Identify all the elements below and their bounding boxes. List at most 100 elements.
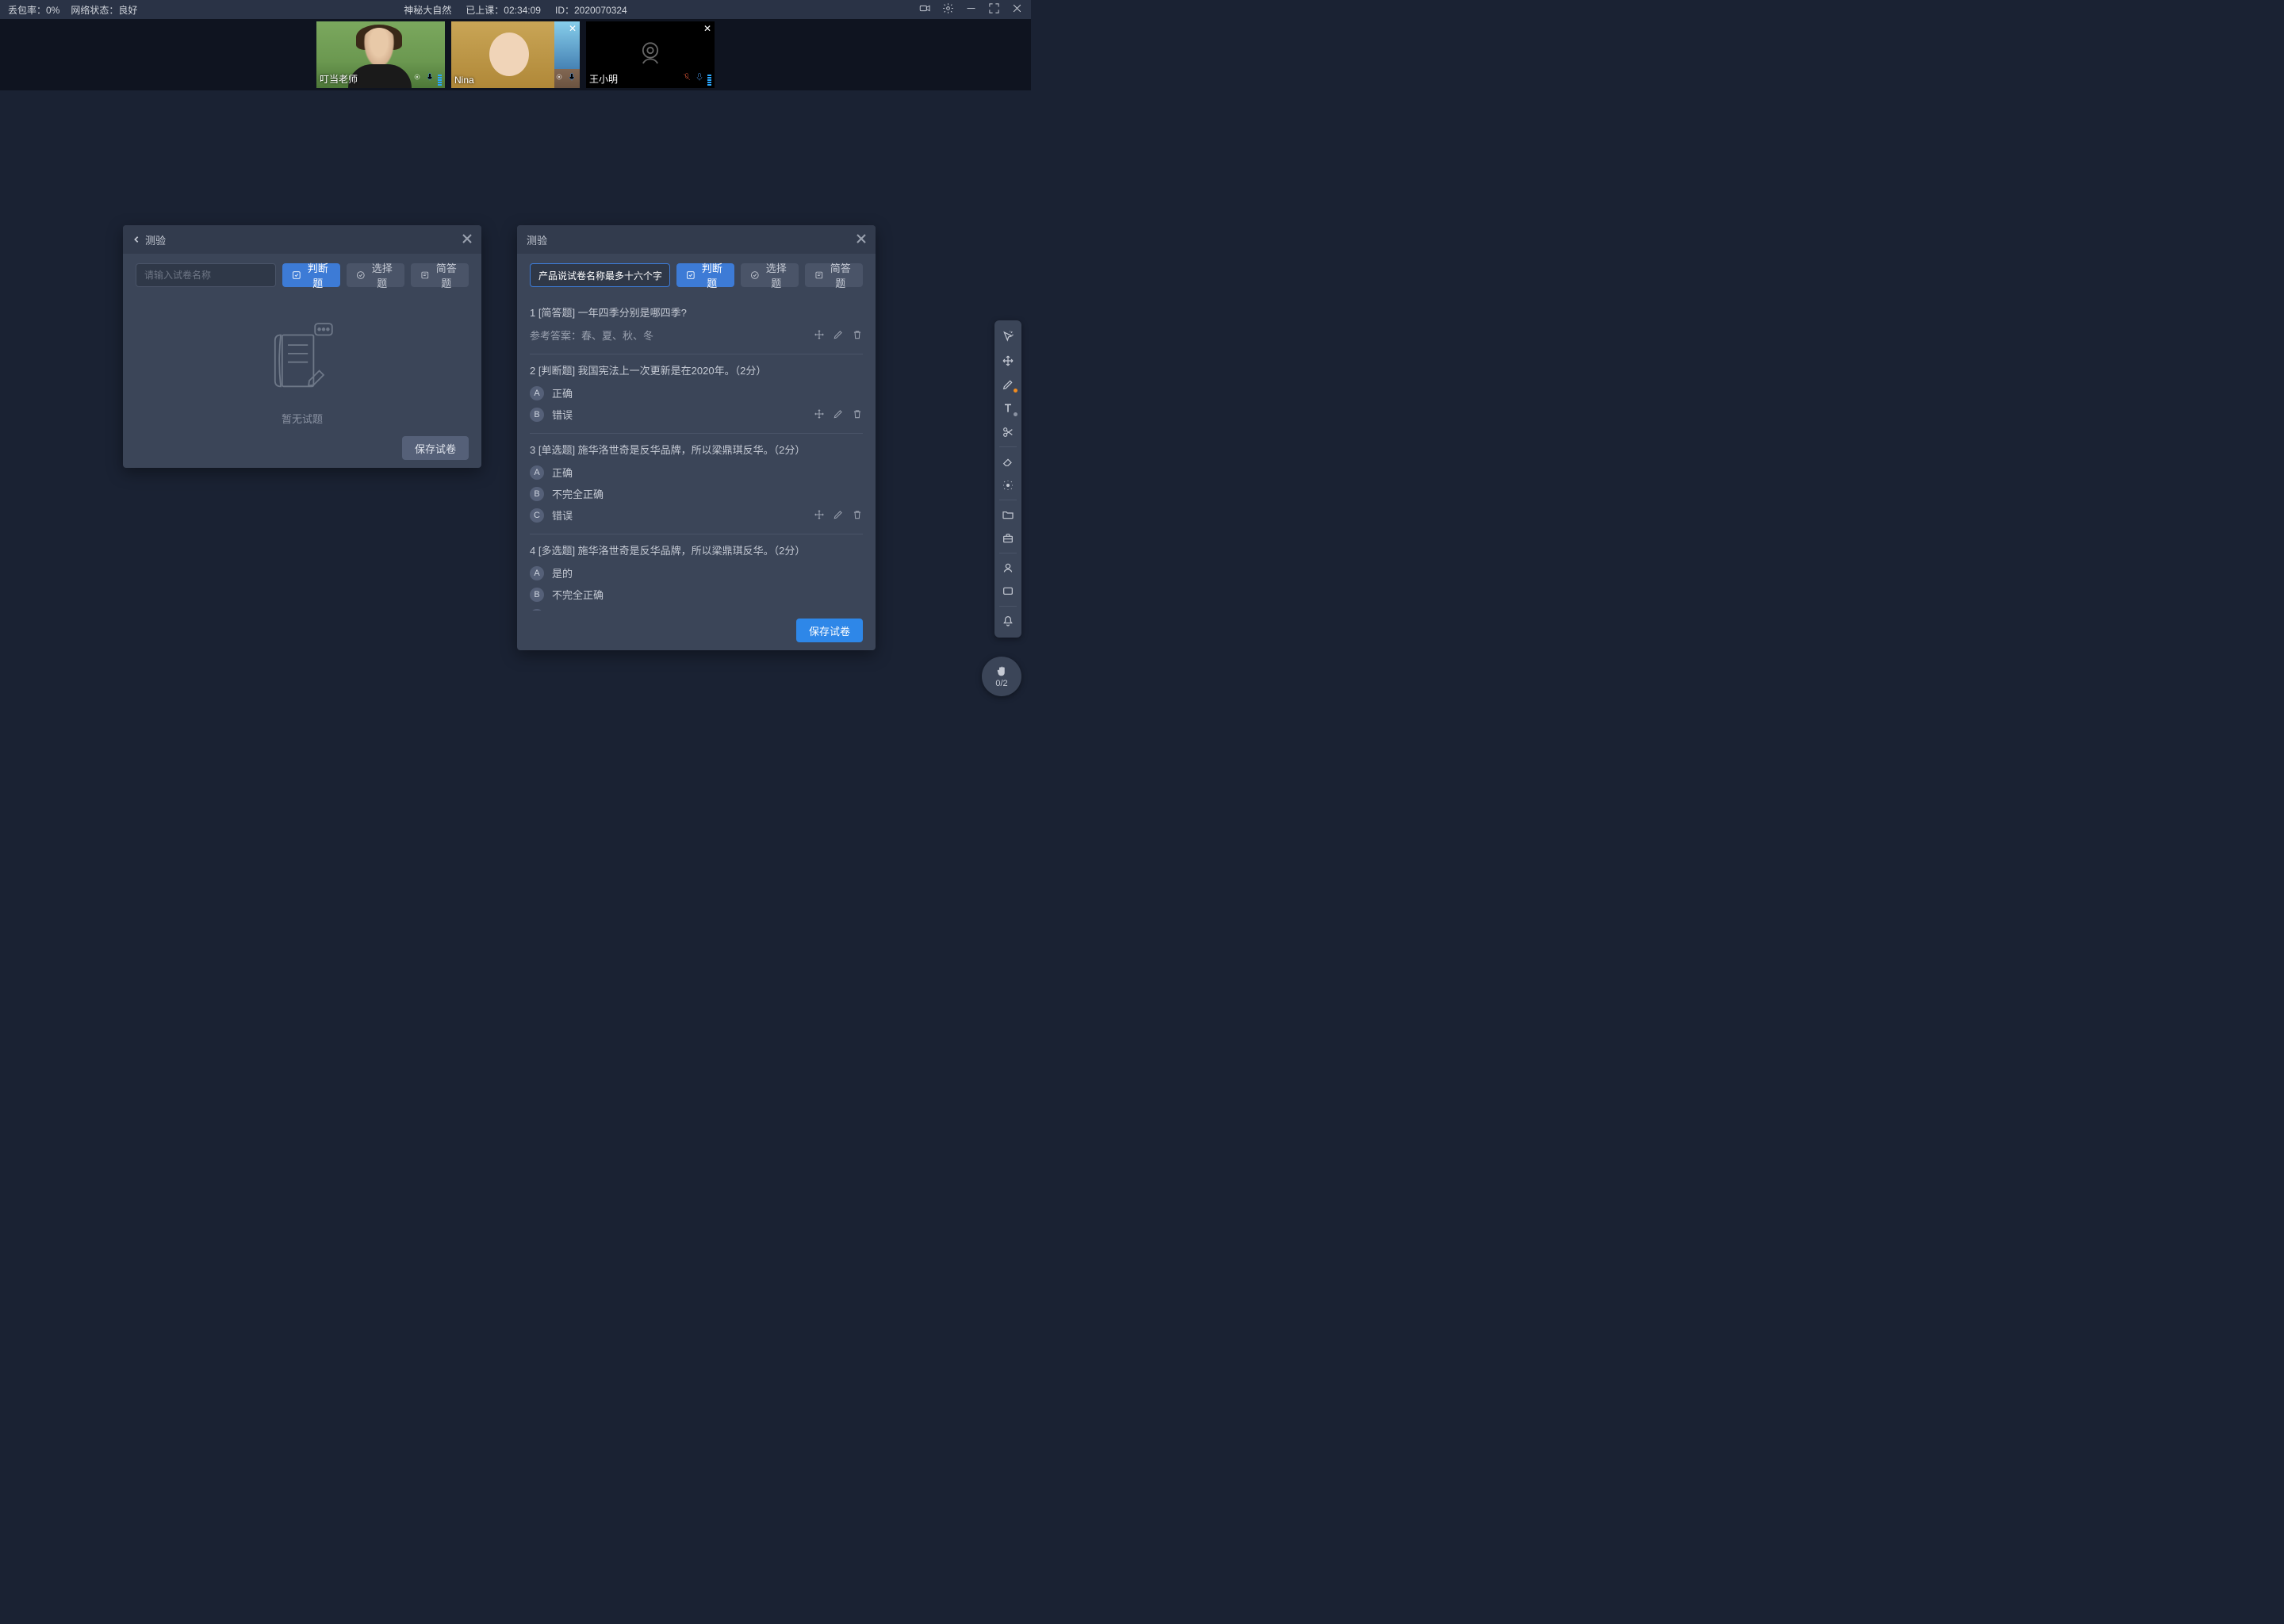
- option-letter: C: [530, 508, 544, 523]
- button-label: 判断题: [699, 260, 725, 290]
- button-label: 简答题: [434, 260, 459, 290]
- delete-question-icon[interactable]: [852, 408, 863, 423]
- panel-header: 测验: [517, 225, 876, 254]
- camera-off-icon: [633, 37, 668, 72]
- video-tile[interactable]: ✕ 王小明: [586, 21, 715, 88]
- question-option[interactable]: A 正确: [530, 465, 863, 480]
- move-question-icon[interactable]: [814, 329, 825, 344]
- button-label: 选择题: [370, 260, 395, 290]
- option-text: 正确: [552, 465, 573, 480]
- elapsed-time: 已上课：02:34:09: [466, 3, 541, 17]
- record-icon[interactable]: [412, 71, 422, 86]
- hand-raise-badge[interactable]: 0/2: [982, 657, 1021, 696]
- quiz-name-input[interactable]: [530, 263, 670, 287]
- question-option[interactable]: A是的: [530, 565, 863, 580]
- edit-question-icon[interactable]: [833, 509, 844, 524]
- camera-toggle-icon[interactable]: [919, 2, 931, 17]
- empty-state: 暂无试题: [136, 297, 469, 428]
- question-option[interactable]: C错误: [530, 508, 863, 523]
- move-tool-icon[interactable]: [994, 349, 1021, 373]
- close-window-icon[interactable]: [1011, 2, 1023, 17]
- button-label: 简答题: [828, 260, 853, 290]
- participant-name: Nina: [454, 75, 474, 86]
- judge-question-button[interactable]: 判断题: [676, 263, 734, 287]
- bell-tool-icon[interactable]: [994, 609, 1021, 633]
- cursor-tool-icon[interactable]: [994, 325, 1021, 349]
- edit-question-icon[interactable]: [833, 408, 844, 423]
- quiz-panel-empty: 测验 判断题 选择题 简答题: [123, 225, 481, 468]
- pen-tool-icon[interactable]: [994, 373, 1021, 396]
- move-question-icon[interactable]: [814, 509, 825, 524]
- close-panel-icon[interactable]: [462, 234, 472, 246]
- question-option[interactable]: C 错误: [530, 608, 863, 611]
- course-title: 神秘大自然: [404, 3, 451, 17]
- button-label: 选择题: [764, 260, 789, 290]
- text-tool-icon[interactable]: [994, 396, 1021, 420]
- chat-tool-icon[interactable]: [994, 580, 1021, 603]
- edit-question-icon[interactable]: [833, 329, 844, 344]
- packet-loss-label: 丢包率：0%: [8, 3, 59, 17]
- settings-icon[interactable]: [942, 2, 954, 17]
- option-text: 是的: [552, 565, 573, 580]
- mic-muted-icon[interactable]: [682, 71, 692, 86]
- video-tile[interactable]: 叮当老师: [316, 21, 445, 88]
- edit-question-icon[interactable]: [833, 610, 844, 611]
- choice-question-button[interactable]: 选择题: [741, 263, 799, 287]
- panel-title: 测验: [527, 232, 547, 247]
- question-title: 3 [单选题] 施华洛世奇是反华品牌，所以梁鼎琪反华。（2分）: [530, 442, 863, 457]
- video-tile[interactable]: ✕ Nina: [451, 21, 580, 88]
- delete-question-icon[interactable]: [852, 329, 863, 344]
- folder-tool-icon[interactable]: [994, 503, 1021, 527]
- close-tile-icon[interactable]: ✕: [569, 23, 577, 34]
- question-title: 4 [多选题] 施华洛世奇是反华品牌，所以梁鼎琪反华。（2分）: [530, 542, 863, 557]
- option-text: 错误: [552, 407, 573, 422]
- mic-icon[interactable]: [425, 71, 435, 86]
- short-answer-button[interactable]: 简答题: [411, 263, 469, 287]
- question-title: 1 [简答题] 一年四季分别是哪四季?: [530, 304, 863, 320]
- option-letter: A: [530, 386, 544, 400]
- mic-icon[interactable]: [695, 71, 704, 86]
- option-text: 正确: [552, 385, 573, 400]
- save-quiz-button[interactable]: 保存试卷: [796, 619, 863, 642]
- scissors-tool-icon[interactable]: [994, 420, 1021, 444]
- mic-icon[interactable]: [567, 71, 577, 86]
- question-option[interactable]: B不完全正确: [530, 486, 863, 501]
- session-id: ID：2020070324: [555, 3, 627, 17]
- quiz-panel-questions: 测验 判断题 选择题 简答题 1 [简答题] 一年四季分别是哪四: [517, 225, 876, 650]
- fullscreen-icon[interactable]: [988, 2, 1000, 17]
- option-letter: B: [530, 487, 544, 501]
- back-icon[interactable]: [132, 236, 140, 243]
- question-option[interactable]: A 正确: [530, 385, 863, 400]
- short-answer-button[interactable]: 简答题: [805, 263, 863, 287]
- judge-question-button[interactable]: 判断题: [282, 263, 340, 287]
- close-panel-icon[interactable]: [856, 234, 866, 246]
- briefcase-tool-icon[interactable]: [994, 527, 1021, 550]
- brightness-tool-icon[interactable]: [994, 473, 1021, 497]
- move-question-icon[interactable]: [814, 408, 825, 423]
- option-text: 不完全正确: [552, 587, 604, 602]
- option-text: 错误: [552, 608, 573, 611]
- question-option[interactable]: B错误: [530, 407, 863, 422]
- option-letter: C: [530, 609, 544, 611]
- video-tile-row: 叮当老师 ✕ Nina ✕ 王小明: [0, 19, 1031, 90]
- volume-meter-icon: [438, 75, 442, 86]
- eraser-tool-icon[interactable]: [994, 450, 1021, 473]
- close-tile-icon[interactable]: ✕: [703, 23, 711, 34]
- quiz-name-input[interactable]: [136, 263, 276, 287]
- question-title: 2 [判断题] 我国宪法上一次更新是在2020年。（2分）: [530, 362, 863, 377]
- minimize-icon[interactable]: [965, 2, 977, 17]
- question-option[interactable]: B不完全正确: [530, 587, 863, 602]
- delete-question-icon[interactable]: [852, 509, 863, 524]
- save-quiz-button[interactable]: 保存试卷: [402, 436, 469, 460]
- choice-question-button[interactable]: 选择题: [347, 263, 404, 287]
- volume-meter-icon: [707, 75, 711, 86]
- user-tool-icon[interactable]: [994, 556, 1021, 580]
- side-toolbar: [994, 320, 1021, 638]
- record-icon[interactable]: [554, 71, 564, 86]
- move-question-icon[interactable]: [814, 610, 825, 611]
- panel-header: 测验: [123, 225, 481, 254]
- question-item: 2 [判断题] 我国宪法上一次更新是在2020年。（2分） A 正确 B错误: [530, 354, 863, 434]
- network-status-label: 网络状态：良好: [71, 3, 137, 17]
- option-letter: A: [530, 465, 544, 480]
- delete-question-icon[interactable]: [852, 610, 863, 611]
